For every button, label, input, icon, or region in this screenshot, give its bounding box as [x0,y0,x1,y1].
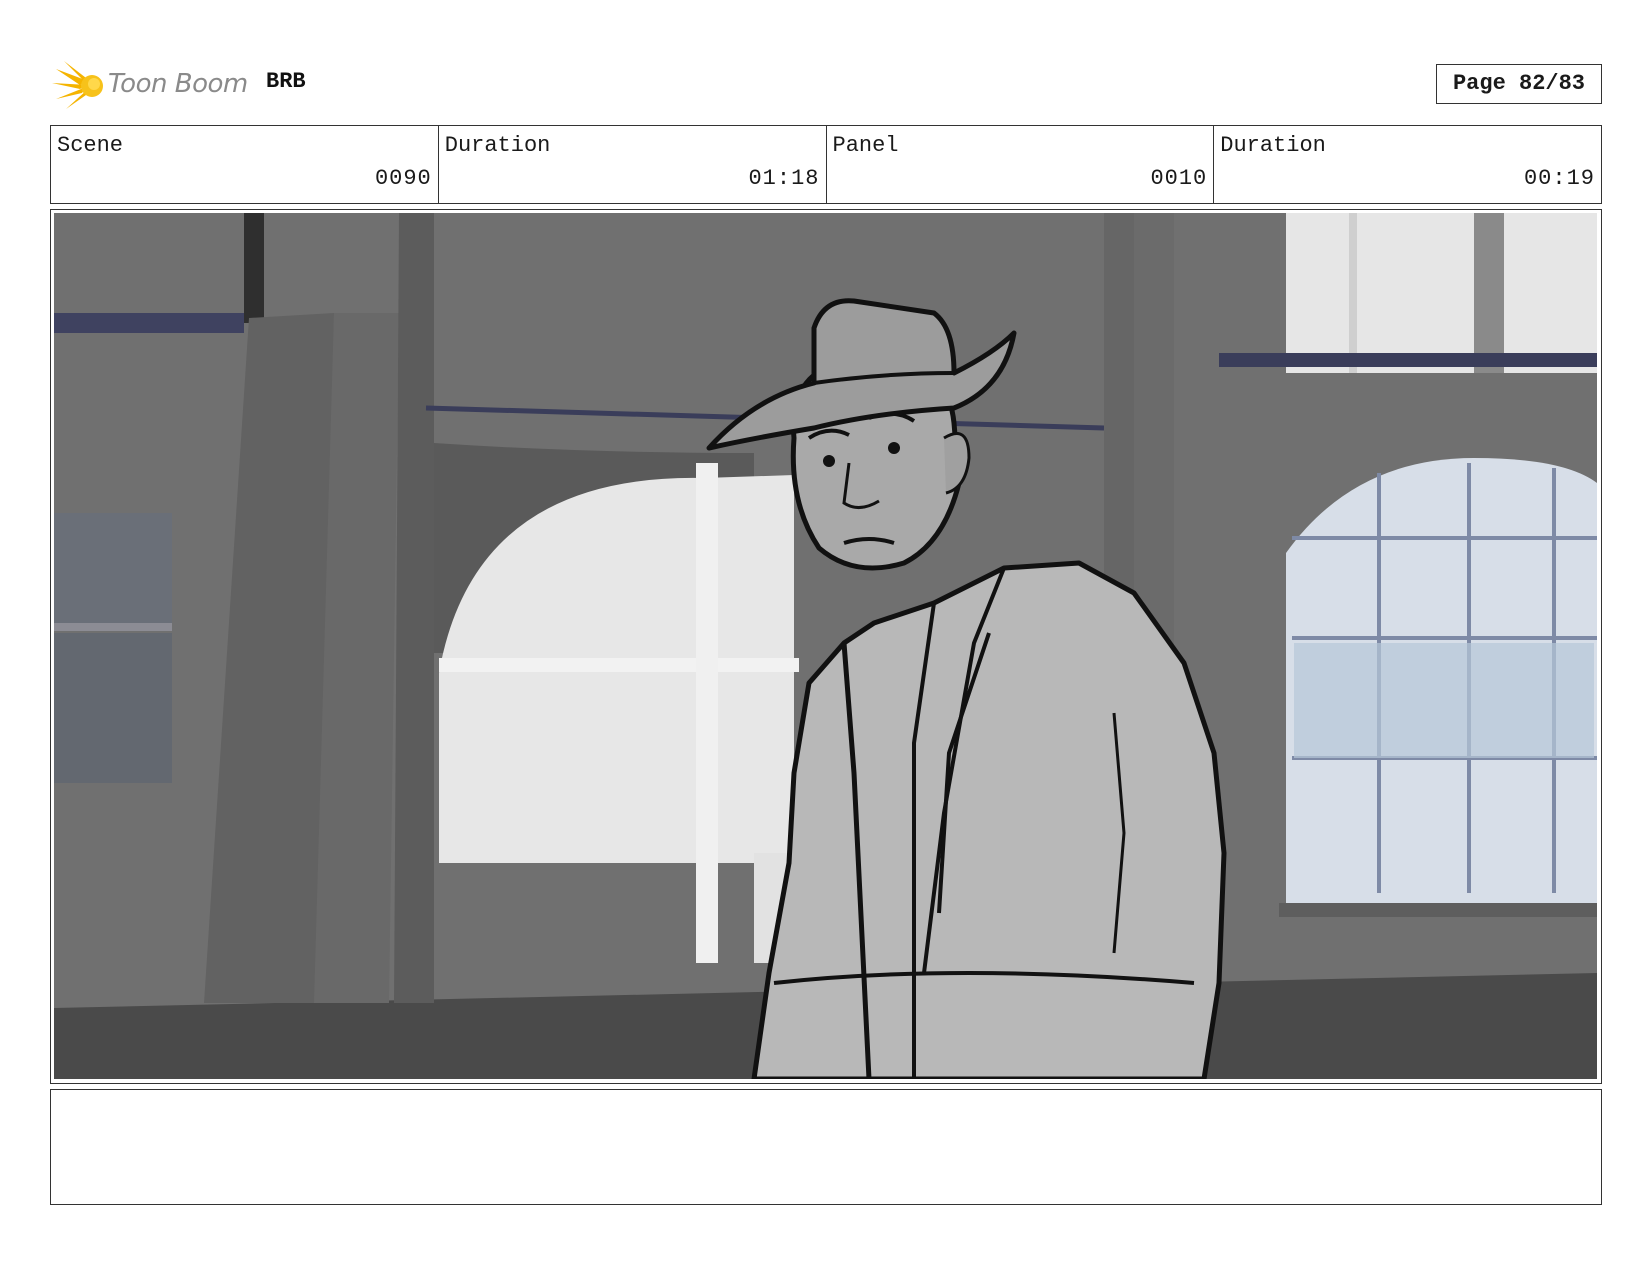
scene-duration-value: 01:18 [748,166,820,191]
project-title: BRB [266,69,306,94]
panel-duration-cell: Duration 00:19 [1214,126,1601,203]
page-header: Toon Boom BRB Page 82/83 [50,55,1602,115]
scene-duration-cell: Duration 01:18 [439,126,827,203]
panel-duration-label: Duration [1220,133,1326,158]
toon-boom-logo: Toon Boom [50,59,250,111]
panel-info-table: Scene 0090 Duration 01:18 Panel 0010 Dur… [50,125,1602,204]
toon-boom-starburst-icon [52,61,103,109]
scene-duration-label: Duration [444,133,551,158]
storyboard-panel-frame [50,209,1602,1084]
panel-notes-box [50,1089,1602,1205]
panel-duration-value: 00:19 [1523,166,1595,191]
scene-cell: Scene 0090 [51,126,439,203]
panel-label: Panel [832,133,899,158]
panel-cell: Panel 0010 [827,126,1215,203]
storyboard-panel-image [54,213,1597,1079]
panel-value: 0010 [1150,166,1208,191]
scene-label: Scene [57,133,124,158]
scene-value: 0090 [374,166,432,191]
page-indicator: Page 82/83 [1436,64,1602,104]
logo-wordmark: Toon Boom [108,69,248,99]
